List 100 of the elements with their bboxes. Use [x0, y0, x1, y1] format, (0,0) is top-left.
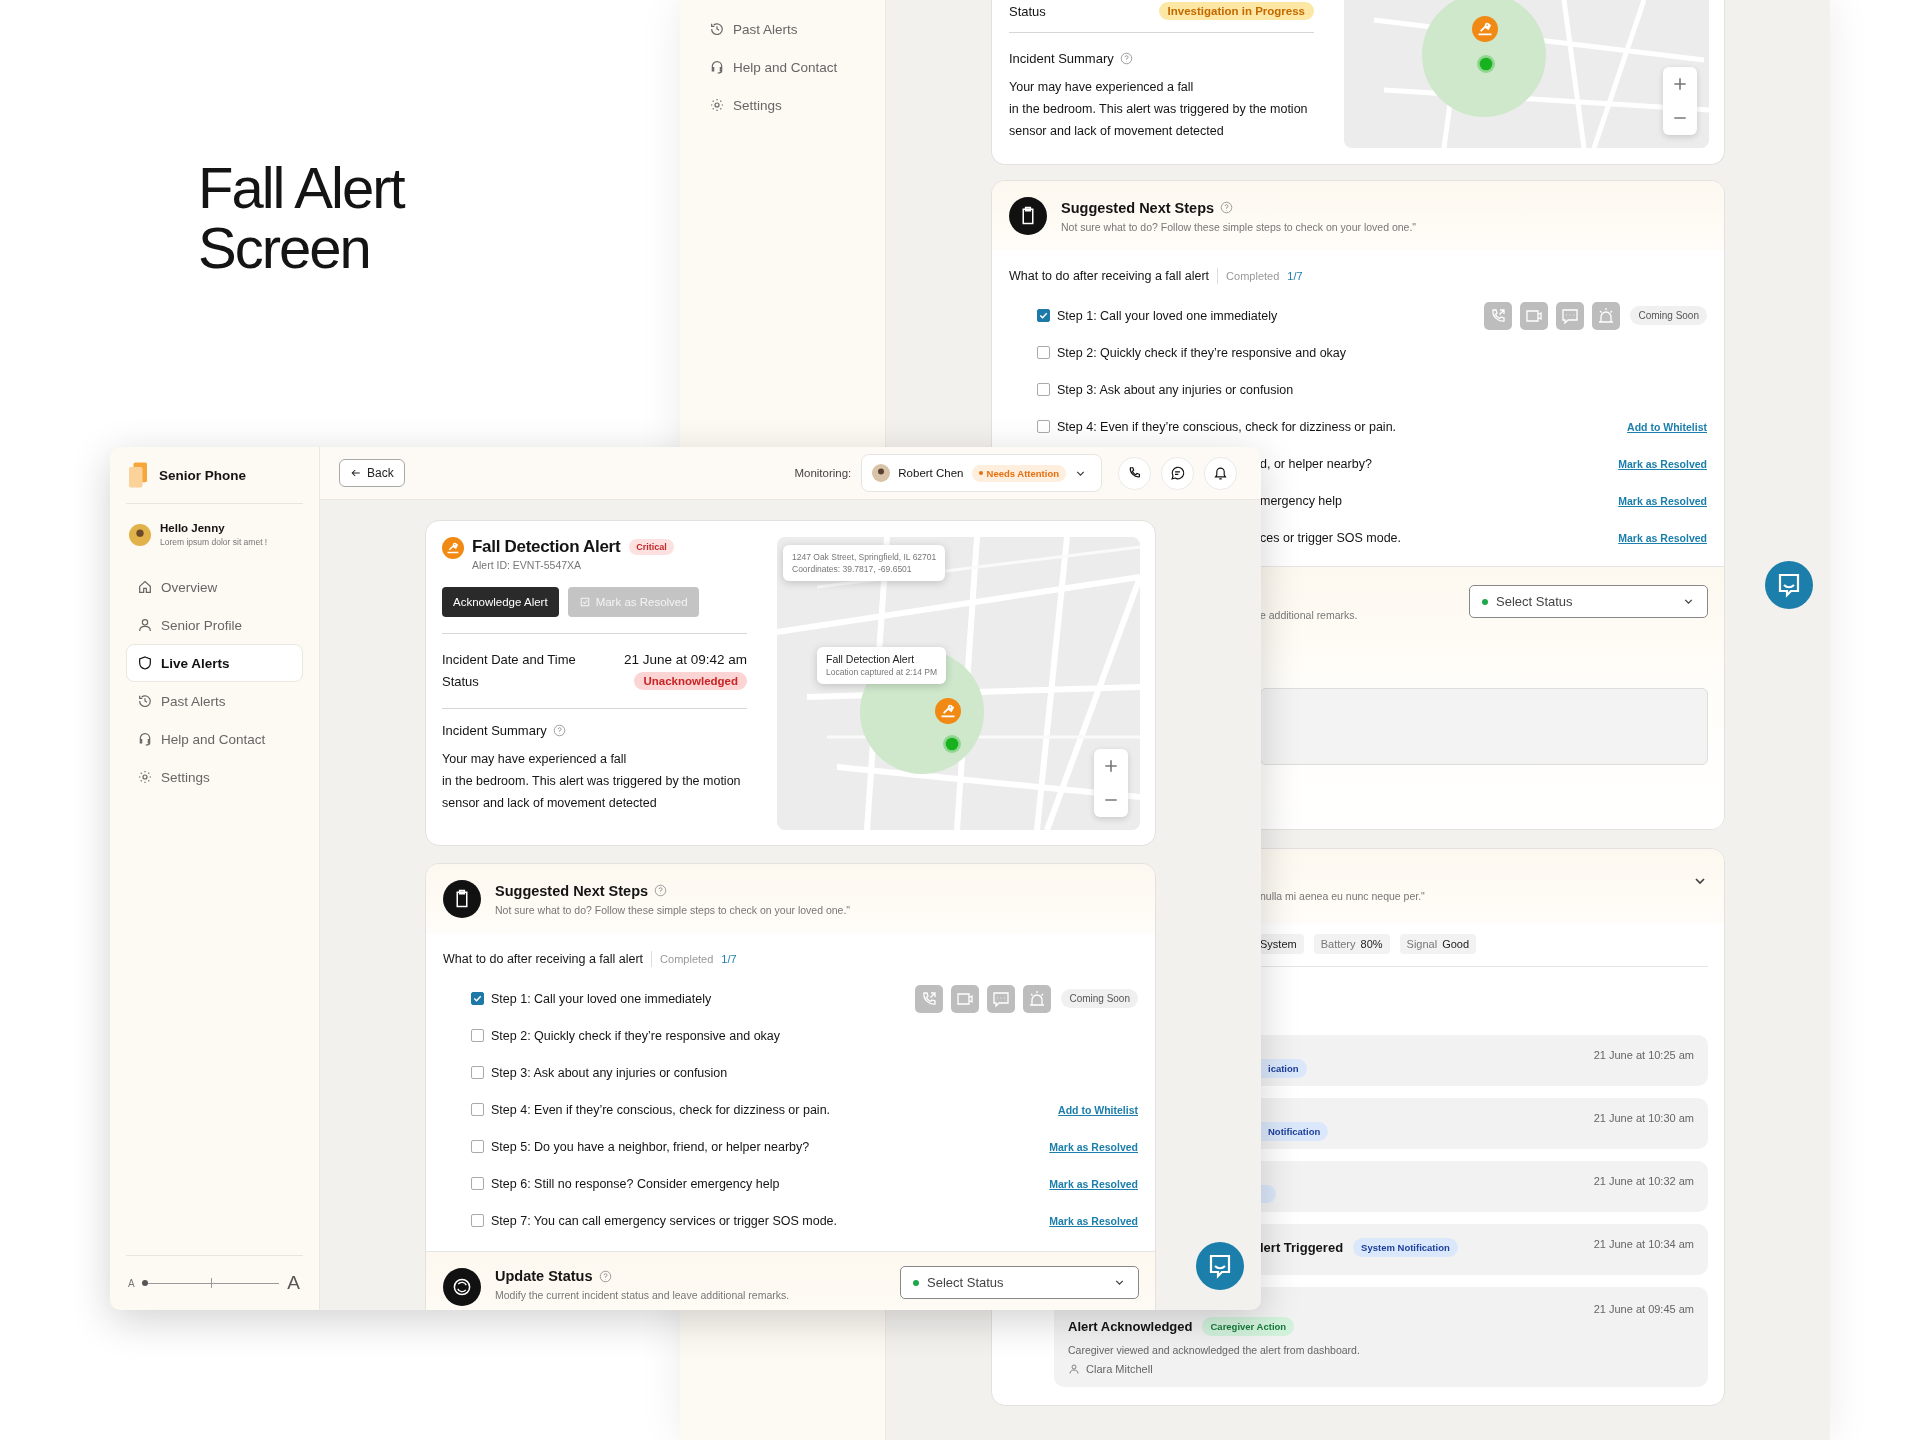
section-subtitle: Not sure what to do? Follow these simple steps to check on your loved one.": [495, 903, 851, 916]
sidebar-item[interactable]: Settings: [698, 86, 867, 124]
date-label: Incident Date and Time: [442, 651, 576, 667]
sidebar-item[interactable]: Help and Contact: [698, 48, 867, 86]
clipboard-icon: [1009, 197, 1047, 235]
help-icon[interactable]: [654, 884, 668, 897]
checkbox[interactable]: [471, 1140, 484, 1153]
event-time: 21 June at 10:32 am: [1593, 1175, 1694, 1187]
back-button[interactable]: Back: [339, 459, 405, 487]
phone-button[interactable]: [1118, 456, 1151, 490]
address-text: 1247 Oak Street, Springfield, IL 62701: [792, 551, 937, 563]
page-heading: Fall Alert Screen: [198, 158, 406, 278]
step-link[interactable]: Add to Whitelist: [1058, 1103, 1138, 1116]
alert-id: Alert ID: EVNT-5547XA: [472, 559, 583, 571]
checkbox[interactable]: [1037, 309, 1050, 322]
person-select[interactable]: Robert Chen Needs Attention: [861, 454, 1102, 492]
message-icon[interactable]: [987, 984, 1016, 1013]
status-badge: Needs Attention: [971, 464, 1066, 482]
step-text: Step 4: Even if they’re conscious, check for dizziness or pain.: [491, 1102, 831, 1117]
step-link[interactable]: Mark as Resolved: [1618, 457, 1707, 470]
coming-soon-badge: Coming Soon: [1061, 989, 1138, 1008]
status-select[interactable]: Select Status: [1469, 585, 1708, 618]
event-time: 21 June at 10:30 am: [1593, 1112, 1694, 1124]
event-tag: System Notification: [1353, 1238, 1458, 1257]
marker-title: Fall Detection Alert: [826, 653, 916, 665]
section-title: Update Status: [495, 1268, 593, 1284]
step-link[interactable]: Mark as Resolved: [1049, 1177, 1138, 1190]
help-icon[interactable]: [1220, 201, 1234, 214]
user-icon: [137, 617, 153, 633]
user-tagline: Lorem ipsum dolor sit amet !: [160, 537, 268, 547]
checkbox[interactable]: [471, 1214, 484, 1227]
step-text: Step 1: Call your loved one immediately: [491, 991, 712, 1006]
step-text: Step 1: Call your loved one immediately: [1057, 308, 1278, 323]
completed-label: Completed: [660, 953, 714, 965]
remarks-field[interactable]: [1260, 688, 1708, 765]
sidebar-item[interactable]: Past Alerts: [698, 10, 867, 48]
location-dot-icon: [1477, 55, 1495, 73]
logo-icon: [129, 462, 147, 488]
sidebar-item[interactable]: Senior Profile: [126, 606, 303, 644]
sidebar-item[interactable]: Live Alerts: [126, 644, 303, 682]
phone-icon[interactable]: [1484, 301, 1513, 330]
checkbox[interactable]: [471, 1029, 484, 1042]
small-font-label: A: [128, 1277, 135, 1289]
video-icon[interactable]: [951, 984, 980, 1013]
section-subtitle: nulla mi aenea eu nunc neque per.": [1260, 889, 1425, 902]
completed-count: 1/7: [1287, 270, 1303, 282]
step-link[interactable]: Mark as Resolved: [1049, 1214, 1138, 1227]
event-time: 21 June at 10:34 am: [1593, 1238, 1694, 1250]
shield-icon: [137, 655, 153, 671]
help-icon[interactable]: [598, 1269, 612, 1283]
completed-label: Completed: [1226, 270, 1280, 282]
video-icon[interactable]: [1520, 301, 1549, 330]
person-name: Clara Mitchell: [1086, 1363, 1153, 1375]
person-name: Robert Chen: [898, 467, 964, 479]
checkbox[interactable]: [471, 992, 484, 1005]
checkbox[interactable]: [1037, 346, 1050, 359]
marker-subtitle: Location captured at 2:14 PM: [826, 666, 938, 678]
event-title: lert Triggered: [1260, 1240, 1344, 1255]
checkbox[interactable]: [471, 1066, 484, 1079]
gear-icon: [709, 97, 725, 113]
step-text: d, or helper nearby?: [1260, 456, 1372, 471]
checkbox[interactable]: [471, 1103, 484, 1116]
alert-title: Fall Detection Alert: [472, 537, 621, 557]
checkbox[interactable]: [1037, 420, 1050, 433]
help-icon[interactable]: [552, 724, 566, 737]
notifications-button[interactable]: [1204, 456, 1237, 490]
app-name: Senior Phone: [159, 467, 246, 483]
step-link[interactable]: Mark as Resolved: [1049, 1140, 1138, 1153]
arrow-left-icon: [350, 467, 362, 479]
checkbox[interactable]: [1037, 383, 1050, 396]
step-text: Step 7: You can call emergency services or trigger SOS mode.: [491, 1213, 837, 1228]
incident-summary: Your may have experienced a fall in the bedroom. This alert was triggered by the motion sensor and lack of movement detected: [1009, 79, 1309, 140]
info-chip: System: [1260, 934, 1304, 954]
info-chip: Battery 80%: [1313, 934, 1390, 954]
siren-icon[interactable]: [1023, 984, 1052, 1013]
font-size-slider[interactable]: [142, 1278, 280, 1288]
step-link[interactable]: Mark as Resolved: [1618, 531, 1707, 544]
section-title: Suggested Next Steps: [495, 882, 649, 899]
step-link[interactable]: Mark as Resolved: [1618, 494, 1707, 507]
help-icon[interactable]: [1119, 52, 1133, 65]
checkbox[interactable]: [471, 1177, 484, 1190]
home-icon: [137, 579, 153, 595]
chat-button[interactable]: [1161, 456, 1194, 490]
siren-icon[interactable]: [1592, 301, 1621, 330]
sidebar-item[interactable]: Settings: [126, 758, 303, 796]
gear-icon: [137, 769, 153, 785]
sidebar-item[interactable]: Overview: [126, 568, 303, 606]
status-select[interactable]: Select Status: [900, 1266, 1139, 1299]
sidebar-item[interactable]: Help and Contact: [126, 720, 303, 758]
step-link[interactable]: Add to Whitelist: [1627, 420, 1707, 433]
incident-date: 21 June at 09:42 am: [623, 651, 747, 667]
event-description: Caregiver viewed and acknowledged the alert from dashboard.: [1068, 1344, 1361, 1356]
checkbox-icon: [578, 596, 591, 608]
acknowledge-button[interactable]: Acknowledge Alert: [442, 587, 559, 617]
phone-icon[interactable]: [915, 984, 944, 1013]
section-subtitle: e additional remarks.: [1260, 609, 1358, 621]
completed-count: 1/7: [721, 953, 737, 965]
sidebar-item[interactable]: Past Alerts: [126, 682, 303, 720]
clipboard-icon: [443, 880, 481, 918]
message-icon[interactable]: [1556, 301, 1585, 330]
